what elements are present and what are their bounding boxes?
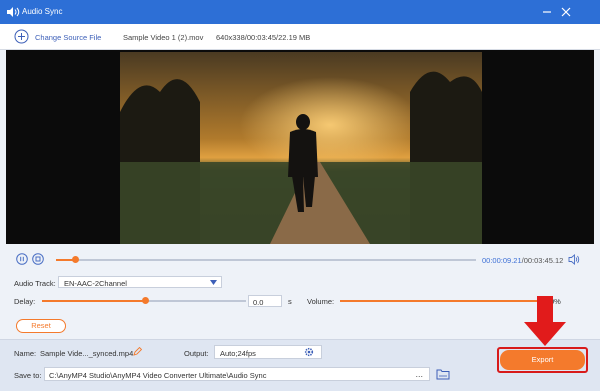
arrow-down-icon [524,296,566,346]
audio-sync-icon [7,7,20,17]
save-path-field[interactable]: C:\AnyMP4 Studio\AnyMP4 Video Converter … [44,367,430,381]
progress-handle[interactable] [72,256,79,263]
delay-input[interactable]: 0.0 [248,295,282,307]
name-label: Name: [14,349,37,358]
source-info-bar: Change Source File Sample Video 1 (2).mo… [0,24,600,50]
gear-icon[interactable] [304,347,314,357]
minimize-icon[interactable] [539,4,555,20]
current-time: 00:00:09.21 [482,256,522,265]
window-title: Audio Sync [22,7,63,16]
source-file-meta: 640x338/00:03:45/22.19 MB [216,33,311,42]
browse-button[interactable]: ... [415,369,423,379]
delay-slider-handle[interactable] [142,297,149,304]
volume-label: Volume: [307,297,335,306]
chevron-down-icon [210,280,217,285]
audio-track-label: Audio Track: [14,279,56,288]
export-button[interactable]: Export [500,350,585,370]
delay-slider-fill [42,300,145,302]
close-icon[interactable] [558,4,574,20]
save-to-label: Save to: [14,371,42,380]
audio-track-value: EN-AAC-2Channel [64,279,127,288]
progress-track[interactable] [56,259,476,261]
title-bar: Audio Sync [0,0,600,24]
delay-unit: s [288,297,292,306]
output-format-value: Auto;24fps [220,349,256,358]
output-label: Output: [184,349,209,358]
pause-icon[interactable] [16,253,28,265]
edit-icon[interactable] [133,347,142,356]
stop-icon[interactable] [32,253,44,265]
reset-button[interactable]: Reset [16,319,66,333]
volume-slider-fill [340,300,540,302]
time-readout: 00:00:09.21/00:03:45.12 [482,256,563,265]
total-time: /00:03:45.12 [521,256,564,265]
output-file-name: Sample Vide..._synced.mp4 [40,349,134,358]
audio-track-select[interactable]: EN-AAC-2Channel [58,276,222,288]
volume-icon[interactable] [568,254,580,265]
delay-value: 0.0 [253,298,264,307]
change-source-file-link[interactable]: Change Source File [35,33,101,42]
folder-icon[interactable] [436,368,450,380]
video-preview [120,52,482,244]
delay-label: Delay: [14,297,36,306]
source-file-name: Sample Video 1 (2).mov [123,33,204,42]
save-path-value: C:\AnyMP4 Studio\AnyMP4 Video Converter … [49,371,267,380]
add-icon[interactable] [14,29,29,44]
